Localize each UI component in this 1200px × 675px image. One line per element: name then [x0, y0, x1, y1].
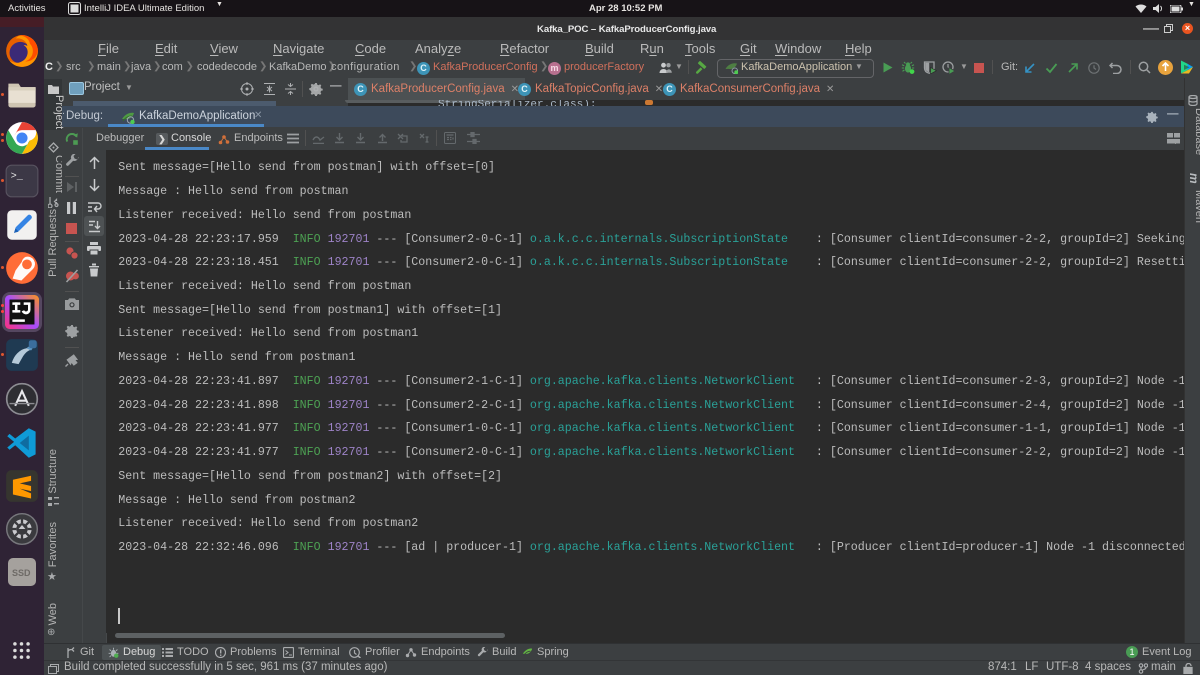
svg-text:>_: >_	[11, 172, 24, 183]
